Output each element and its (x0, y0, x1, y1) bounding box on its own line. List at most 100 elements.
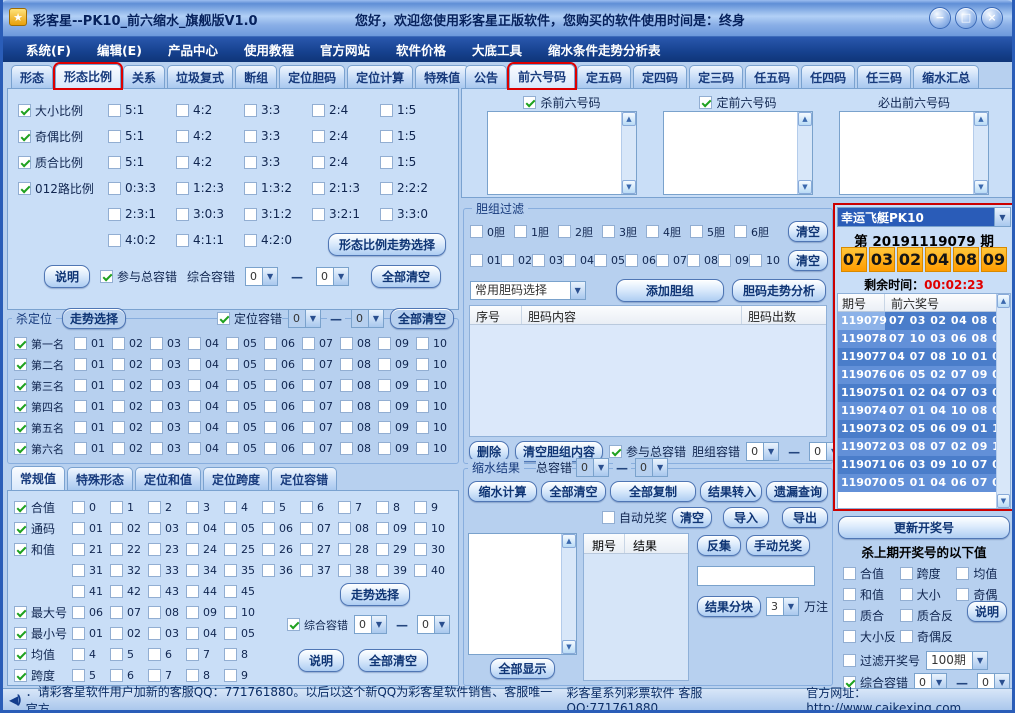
checkbox-box[interactable] (312, 156, 325, 169)
checkbox-box[interactable] (224, 564, 237, 577)
checkbox-box[interactable] (176, 234, 189, 247)
checkbox-box[interactable] (226, 421, 239, 434)
checkbox-box[interactable] (14, 400, 27, 413)
checkbox-box[interactable] (224, 585, 237, 598)
checkbox-box[interactable] (843, 588, 856, 601)
checkbox-box[interactable] (416, 358, 429, 371)
checkbox-01[interactable]: 01 (74, 442, 112, 455)
checkbox-box[interactable] (14, 669, 27, 682)
checkbox-03[interactable]: 03 (150, 421, 188, 434)
tab-定位胆码[interactable]: 定位胆码 (279, 65, 345, 88)
checkbox-10[interactable]: 10 (414, 522, 452, 535)
chevron-down-icon[interactable]: ▼ (763, 443, 778, 460)
checkbox-box[interactable] (148, 648, 161, 661)
checkbox-box[interactable] (338, 543, 351, 556)
checkbox-2:2:2[interactable]: 2:2:2 (380, 181, 448, 195)
checkbox-08[interactable]: 08 (340, 337, 378, 350)
checkbox-box[interactable] (244, 182, 257, 195)
checkbox-2:1:3[interactable]: 2:1:3 (312, 181, 380, 195)
dan-table[interactable]: 序号 胆码内容 胆码出数 (469, 305, 827, 437)
checkbox-第五名[interactable]: 第五名 (14, 420, 74, 436)
comp-tolerance-from-dropdown[interactable]: 0▼ (245, 267, 278, 286)
checkbox-跨度[interactable]: 跨度 (14, 667, 72, 684)
checkbox-box[interactable] (112, 337, 125, 350)
chevron-down-icon[interactable]: ▼ (262, 268, 277, 285)
checkbox-box[interactable] (188, 421, 201, 434)
checkbox-08[interactable]: 08 (340, 400, 378, 413)
checkbox-03[interactable]: 03 (150, 358, 188, 371)
checkbox-box[interactable] (112, 400, 125, 413)
checkbox-09[interactable]: 09 (378, 358, 416, 371)
checkbox-box[interactable] (302, 421, 315, 434)
checkbox-box[interactable] (148, 585, 161, 598)
checkbox-3:1:2[interactable]: 3:1:2 (244, 207, 312, 221)
checkbox-第二名[interactable]: 第二名 (14, 357, 74, 373)
checkbox-box[interactable] (14, 522, 27, 535)
checkbox-21[interactable]: 21 (72, 543, 110, 556)
checkbox-04[interactable]: 04 (188, 337, 226, 350)
checkbox-35[interactable]: 35 (224, 564, 262, 577)
checkbox-01[interactable]: 01 (72, 522, 110, 535)
export-button[interactable]: 导出 (782, 507, 828, 528)
checkbox-box[interactable] (380, 156, 393, 169)
total-tolerance-from-dropdown[interactable]: 0▼ (576, 458, 609, 477)
checkbox-box[interactable] (108, 156, 121, 169)
checkbox-box[interactable] (300, 543, 313, 556)
checkbox-29[interactable]: 29 (376, 543, 414, 556)
checkbox-01[interactable]: 01 (74, 421, 112, 434)
checkbox-28[interactable]: 28 (338, 543, 376, 556)
dan-trend-analysis-button[interactable]: 胆码走势分析 (732, 279, 826, 302)
checkbox-box[interactable] (843, 567, 856, 580)
position-tolerance-from-dropdown[interactable]: 0▼ (288, 309, 321, 328)
scrollbar[interactable]: ▲ ▼ (996, 294, 1010, 508)
checkbox-box[interactable] (380, 104, 393, 117)
checkbox-box[interactable] (380, 182, 393, 195)
checkbox-9[interactable]: 9 (224, 669, 262, 682)
checkbox-box[interactable] (150, 442, 163, 455)
checkbox-10[interactable]: 10 (416, 442, 454, 455)
checkbox-3:3[interactable]: 3:3 (244, 129, 312, 143)
checkbox-03[interactable]: 03 (532, 254, 563, 267)
checkbox-box[interactable] (14, 648, 27, 661)
checkbox-08[interactable]: 08 (687, 254, 718, 267)
auto-redeem-checkbox[interactable]: 自动兑奖 (602, 509, 667, 526)
menu-item-系统(F)[interactable]: 系统(F) (13, 40, 84, 59)
checkbox-31[interactable]: 31 (72, 564, 110, 577)
checkbox-box[interactable] (625, 254, 638, 267)
checkbox-08[interactable]: 08 (148, 606, 186, 619)
checkbox-box[interactable] (244, 156, 257, 169)
checkbox-box[interactable] (224, 648, 237, 661)
checkbox-4:2[interactable]: 4:2 (176, 103, 244, 117)
checkbox-03[interactable]: 03 (148, 522, 186, 535)
values-clear-button[interactable]: 全部清空 (358, 649, 428, 672)
tab-特殊形态[interactable]: 特殊形态 (67, 467, 133, 490)
checkbox-box[interactable] (264, 400, 277, 413)
checkbox-box[interactable] (340, 379, 353, 392)
checkbox-39[interactable]: 39 (376, 564, 414, 577)
tab-常规值[interactable]: 常规值 (11, 466, 65, 490)
checkbox-box[interactable] (843, 609, 856, 622)
checkbox-05[interactable]: 05 (224, 627, 262, 640)
checkbox-box[interactable] (112, 442, 125, 455)
checkbox-37[interactable]: 37 (300, 564, 338, 577)
checkbox-box[interactable] (244, 208, 257, 221)
checkbox-05[interactable]: 05 (226, 358, 264, 371)
six-code-input-定前六号码[interactable]: ▲▼ (663, 111, 813, 195)
checkbox-2[interactable]: 2 (148, 501, 186, 514)
checkbox-02[interactable]: 02 (112, 337, 150, 350)
checkbox-大小[interactable]: 大小 (900, 586, 957, 603)
checkbox-box[interactable] (312, 208, 325, 221)
redeem-clear-button[interactable]: 清空 (672, 507, 712, 528)
checkbox-1:5[interactable]: 1:5 (380, 129, 448, 143)
copy-all-button[interactable]: 全部复制 (610, 481, 696, 502)
checkbox-box[interactable] (416, 379, 429, 392)
checkbox-box[interactable] (340, 400, 353, 413)
checkbox-box[interactable] (380, 130, 393, 143)
history-row[interactable]: 11907501 02 04 07 03 08 (838, 384, 1010, 402)
checkbox-8[interactable]: 8 (186, 669, 224, 682)
checkbox-box[interactable] (300, 564, 313, 577)
checkbox-box[interactable] (186, 627, 199, 640)
menu-item-产品中心[interactable]: 产品中心 (155, 40, 231, 59)
checkbox-box[interactable] (112, 421, 125, 434)
scroll-up-icon[interactable]: ▲ (974, 112, 988, 126)
